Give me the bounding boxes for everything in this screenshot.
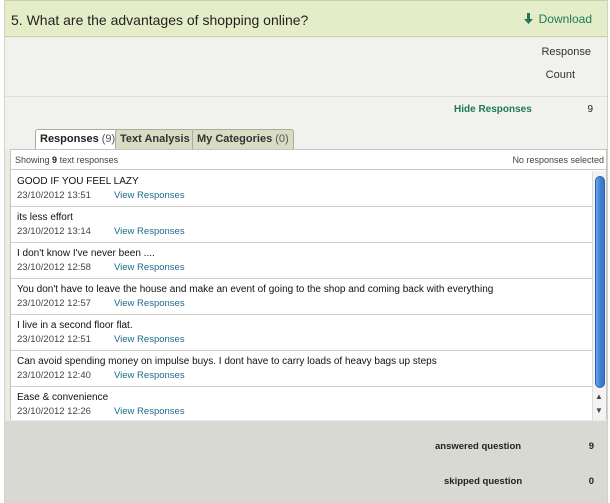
response-row[interactable]: I live in a second floor flat. 23/10/201… [11, 315, 594, 351]
question-title: 5. What are the advantages of shopping o… [11, 12, 309, 28]
response-text: Ease & convenience [17, 392, 109, 403]
answered-question-value: 9 [588, 441, 594, 452]
download-label: Download [538, 12, 592, 26]
tab-count: (9) [101, 133, 116, 145]
view-responses-link[interactable]: View Responses [114, 334, 185, 345]
response-row[interactable]: its less effort 23/10/2012 13:14 View Re… [11, 207, 594, 243]
responses-panel: Showing 9 text responses No responses se… [10, 149, 607, 420]
view-responses-link[interactable]: View Responses [114, 226, 185, 237]
response-text: its less effort [17, 212, 73, 223]
tab-bar: Responses (9) Text Analysis My Categorie… [5, 122, 607, 150]
response-date: 23/10/2012 13:14 [17, 226, 91, 237]
response-text: I don't know I've never been .... [17, 248, 155, 259]
response-count-value: 9 [587, 104, 593, 115]
response-text: GOOD IF YOU FEEL LAZY [17, 176, 139, 187]
showing-prefix: Showing [15, 155, 50, 165]
view-responses-link[interactable]: View Responses [114, 406, 185, 417]
tab-label: Responses [40, 133, 99, 145]
download-arrow-icon [523, 13, 533, 24]
response-text: You don't have to leave the house and ma… [17, 284, 494, 295]
response-row[interactable]: You don't have to leave the house and ma… [11, 279, 594, 315]
skipped-question-label: skipped question [444, 476, 523, 487]
tab-responses[interactable]: Responses (9) [35, 129, 121, 150]
response-row[interactable]: GOOD IF YOU FEEL LAZY 23/10/2012 13:51 V… [11, 171, 594, 207]
scrollbar-thumb[interactable] [595, 176, 605, 388]
tab-text-analysis[interactable]: Text Analysis [115, 129, 195, 149]
tab-count: (0) [275, 133, 289, 145]
showing-count-text: Showing 9 text responses [15, 155, 118, 165]
view-responses-link[interactable]: View Responses [114, 190, 185, 201]
download-button[interactable]: Download [523, 12, 592, 26]
response-date: 23/10/2012 13:51 [17, 190, 91, 201]
hide-responses-link[interactable]: Hide Responses [454, 104, 532, 115]
response-count-header: Response Count [5, 38, 607, 96]
response-text: Can avoid spending money on impulse buys… [17, 356, 437, 367]
view-responses-link[interactable]: View Responses [114, 298, 185, 309]
skipped-question-value: 0 [588, 476, 594, 487]
response-row[interactable]: Ease & convenience 23/10/2012 12:26 View… [11, 387, 594, 420]
tab-label: My Categories [197, 133, 273, 145]
response-row[interactable]: I don't know I've never been .... 23/10/… [11, 243, 594, 279]
response-date: 23/10/2012 12:58 [17, 262, 91, 273]
hide-responses-row: Hide Responses 9 [5, 96, 607, 122]
selection-status: No responses selected [512, 155, 604, 165]
showing-count: 9 [52, 155, 58, 165]
response-date: 23/10/2012 12:26 [17, 406, 91, 417]
view-responses-link[interactable]: View Responses [114, 370, 185, 381]
response-text: I live in a second floor flat. [17, 320, 133, 331]
response-date: 23/10/2012 12:51 [17, 334, 91, 345]
scrollbar[interactable]: ▲ ▼ [592, 171, 606, 420]
tab-label: Text Analysis [120, 133, 190, 145]
response-date: 23/10/2012 12:57 [17, 298, 91, 309]
question-header: 5. What are the advantages of shopping o… [5, 0, 607, 37]
response-count-heading-line2: Count [545, 69, 575, 81]
view-responses-link[interactable]: View Responses [114, 262, 185, 273]
scroll-up-arrow-icon[interactable]: ▲ [595, 392, 603, 401]
response-count-heading-line1: Response [541, 46, 591, 58]
showing-suffix: text responses [59, 155, 119, 165]
responses-status-bar: Showing 9 text responses No responses se… [11, 150, 606, 170]
scroll-down-arrow-icon[interactable]: ▼ [595, 406, 603, 415]
response-row[interactable]: Can avoid spending money on impulse buys… [11, 351, 594, 387]
response-date: 23/10/2012 12:40 [17, 370, 91, 381]
summary-stats: answered question 9 skipped question 0 [5, 421, 607, 503]
question-summary-panel: 5. What are the advantages of shopping o… [4, 0, 608, 503]
tab-my-categories[interactable]: My Categories (0) [192, 129, 294, 149]
answered-question-label: answered question [435, 441, 522, 452]
response-list[interactable]: GOOD IF YOU FEEL LAZY 23/10/2012 13:51 V… [11, 171, 594, 420]
